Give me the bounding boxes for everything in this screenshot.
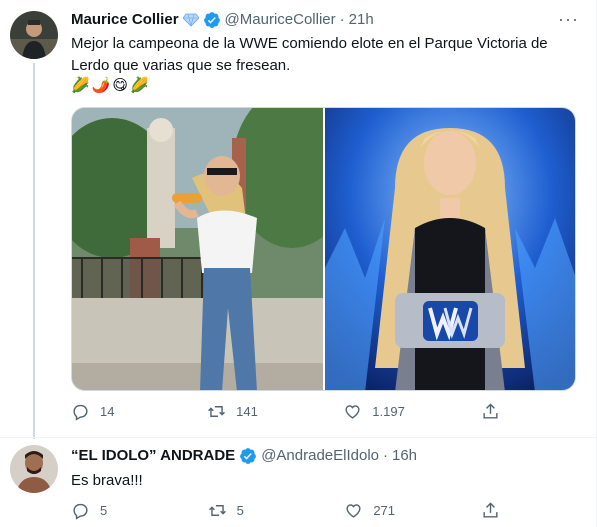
- timestamp[interactable]: 16h: [392, 446, 417, 466]
- photo-champion[interactable]: [324, 108, 575, 390]
- like-icon: [346, 504, 361, 518]
- diamond-icon: [182, 13, 199, 27]
- retweet-button[interactable]: 5: [208, 501, 268, 520]
- tweet-andrade[interactable]: “EL IDOLO” ANDRADE @AndradeElIdolo · 16h…: [0, 438, 597, 527]
- share-button[interactable]: [481, 402, 501, 421]
- reply-button[interactable]: 5: [71, 501, 131, 520]
- chili-emoji: 🌶️: [91, 77, 111, 94]
- share-icon: [483, 403, 498, 419]
- reply-count: 14: [100, 404, 115, 419]
- separator-dot: ·: [383, 447, 388, 464]
- share-button[interactable]: [481, 501, 501, 520]
- verified-icon: [239, 447, 257, 465]
- like-count: 271: [373, 503, 396, 518]
- like-button[interactable]: 271: [344, 501, 404, 520]
- yum-emoji: 😋: [112, 77, 129, 94]
- reply-count: 5: [100, 503, 108, 518]
- corn-emoji: 🌽: [71, 77, 90, 94]
- share-icon: [483, 502, 498, 518]
- timestamp[interactable]: 21h: [349, 10, 374, 30]
- retweet-icon: [208, 406, 226, 417]
- separator-dot: ·: [339, 11, 345, 28]
- retweet-button[interactable]: 141: [207, 402, 267, 421]
- timeline: Maurice Collier @MauriceCollier · 21h ··…: [0, 0, 597, 527]
- thread-connector: [33, 63, 35, 439]
- retweet-count: 141: [236, 404, 258, 419]
- like-icon: [345, 405, 360, 419]
- more-icon[interactable]: ···: [558, 9, 579, 29]
- reply-icon: [73, 404, 88, 421]
- corn-emoji: 🌽: [130, 77, 149, 94]
- tweet-maurice[interactable]: Maurice Collier @MauriceCollier · 21h ··…: [0, 0, 597, 439]
- reply-button[interactable]: 14: [71, 402, 131, 421]
- tweet-text: Mejor la campeona de la WWE comiendo elo…: [71, 35, 548, 74]
- tweet-header: “EL IDOLO” ANDRADE @AndradeElIdolo · 16h: [71, 446, 417, 466]
- author-name[interactable]: Maurice Collier: [71, 10, 179, 30]
- author-handle[interactable]: @MauriceCollier: [225, 10, 336, 30]
- tweet-actions: 14 141 1.197: [71, 402, 501, 421]
- tweet-header: Maurice Collier @MauriceCollier · 21h: [71, 10, 374, 30]
- avatar-maurice[interactable]: [10, 11, 58, 59]
- like-button[interactable]: 1.197: [343, 402, 405, 421]
- tweet-actions: 5 5 271: [71, 501, 501, 520]
- tweet-text: Es brava!!!: [71, 472, 143, 489]
- media-grid: [71, 107, 576, 391]
- retweet-icon: [208, 505, 226, 516]
- photo-park[interactable]: [72, 108, 323, 390]
- like-count: 1.197: [372, 404, 405, 419]
- avatar-andrade[interactable]: [10, 445, 58, 493]
- reply-icon: [73, 503, 88, 520]
- author-name[interactable]: “EL IDOLO” ANDRADE: [71, 446, 235, 466]
- verified-icon: [203, 11, 221, 29]
- retweet-count: 5: [236, 503, 244, 518]
- author-handle[interactable]: @AndradeElIdolo: [261, 446, 379, 466]
- emoji-row: 🌽 🌶️ 😋 🌽: [71, 76, 149, 96]
